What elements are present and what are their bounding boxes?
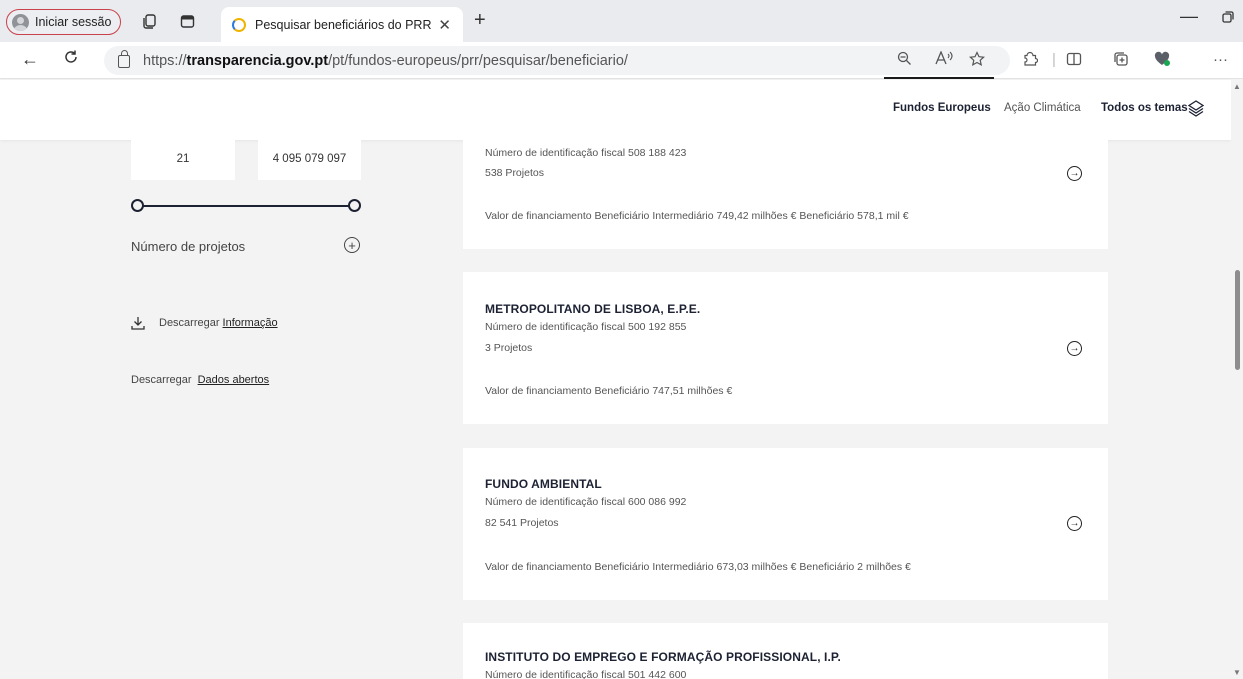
url-path: /pt/fundos-europeus/prr/pesquisar/benefi… [328, 52, 628, 69]
open-result-arrow-icon[interactable]: → [1067, 516, 1082, 531]
download-information-link[interactable]: Informação [223, 317, 278, 329]
url-prefix: https:// [143, 52, 187, 69]
download-open-data: Descarregar Dados abertos [131, 374, 269, 386]
minimize-icon[interactable]: — [1180, 6, 1198, 27]
avatar-icon [12, 13, 29, 31]
profile-button[interactable]: Iniciar sessão [6, 9, 122, 35]
favorite-star-icon[interactable] [969, 51, 985, 71]
result-funding: Valor de financiamento Beneficiário 747,… [485, 385, 733, 397]
url-host: transparencia.gov.pt [186, 52, 329, 69]
refresh-icon[interactable] [63, 49, 79, 70]
result-funding: Valor de financiamento Beneficiário Inte… [485, 561, 911, 573]
collections-icon[interactable] [1113, 51, 1129, 71]
layers-icon[interactable] [1187, 99, 1205, 122]
page-scrollbar[interactable]: ▲ ▼ [1231, 80, 1243, 679]
extensions-icon[interactable] [1022, 51, 1039, 71]
tab-actions-icon[interactable] [176, 10, 198, 32]
profile-label: Iniciar sessão [35, 15, 112, 29]
read-aloud-icon[interactable] [935, 50, 953, 70]
open-data-prefix: Descarregar [131, 374, 192, 386]
open-result-arrow-icon[interactable]: → [1067, 341, 1082, 356]
result-card[interactable]: FUNDO AMBIENTAL Número de identificação … [463, 448, 1108, 600]
address-bar-row: ← https://transparencia.gov.pt/pt/fundos… [0, 42, 1243, 79]
browser-essentials-icon[interactable] [1153, 51, 1171, 71]
tab-title: Pesquisar beneficiários do PRR [255, 17, 432, 32]
result-funding: Valor de financiamento Beneficiário Inte… [485, 210, 909, 222]
result-card[interactable]: METROPOLITANO DE LISBOA, E.P.E. Número d… [463, 272, 1108, 424]
result-name: INSTITUTO DO EMPREGO E FORMAÇÃO PROFISSI… [485, 650, 841, 664]
tab-prr-beneficiaries[interactable]: Pesquisar beneficiários do PRR ✕ [221, 7, 463, 42]
nav-acao-climatica[interactable]: Ação Climática [1004, 102, 1081, 114]
result-projects: 82 541 Projetos [485, 517, 559, 529]
workspaces-icon[interactable] [138, 10, 160, 32]
result-projects: 538 Projetos [485, 167, 544, 179]
toolbar-divider: | [1052, 51, 1056, 68]
range-slider-min-handle[interactable] [131, 199, 144, 212]
open-result-arrow-icon[interactable]: → [1067, 166, 1082, 181]
more-options-icon[interactable]: ··· [1213, 51, 1228, 68]
nav-fundos-europeus[interactable]: Fundos Europeus [893, 102, 991, 114]
zoom-icon[interactable] [897, 51, 912, 70]
range-max-input[interactable]: 4 095 079 097 [258, 138, 361, 180]
restore-icon[interactable] [1222, 11, 1234, 26]
tab-close-icon[interactable]: ✕ [438, 16, 451, 34]
nav-todos-os-temas[interactable]: Todos os temas [1101, 102, 1188, 114]
site-favicon-icon [232, 17, 246, 32]
download-information: Descarregar Informação [131, 316, 278, 330]
new-tab-icon[interactable]: + [474, 9, 486, 32]
result-name: FUNDO AMBIENTAL [485, 477, 602, 491]
download-open-data-link[interactable]: Dados abertos [198, 374, 270, 386]
result-card[interactable]: INSTITUTO DO EMPREGO E FORMAÇÃO PROFISSI… [463, 623, 1108, 679]
range-min-input[interactable]: 21 [131, 138, 235, 180]
result-card[interactable]: Número de identificação fiscal 508 188 4… [463, 140, 1108, 249]
range-slider-max-handle[interactable] [348, 199, 361, 212]
filter-number-of-projects-label[interactable]: Número de projetos [131, 239, 245, 254]
download-prefix: Descarregar [159, 317, 220, 329]
result-projects: 3 Projetos [485, 342, 533, 354]
result-name: METROPOLITANO DE LISBOA, E.P.E. [485, 302, 701, 316]
back-icon[interactable]: ← [21, 49, 39, 70]
result-nif: Número de identificação fiscal 500 192 8… [485, 321, 687, 333]
range-slider-track[interactable] [137, 205, 355, 207]
split-screen-icon[interactable] [1066, 51, 1082, 71]
result-nif: Número de identificação fiscal 508 188 4… [485, 147, 687, 159]
site-header: Fundos Europeus Ação Climática Todos os … [0, 80, 1231, 140]
active-indicator [884, 77, 994, 79]
scroll-up-icon[interactable]: ▲ [1233, 82, 1241, 91]
site-info-icon[interactable] [118, 50, 130, 68]
scrollbar-thumb[interactable] [1235, 270, 1240, 370]
result-nif: Número de identificação fiscal 501 442 6… [485, 669, 687, 679]
browser-tab-bar: Iniciar sessão Pesquisar beneficiários d… [0, 0, 1243, 42]
expand-filter-plus-icon[interactable]: + [344, 237, 360, 253]
scroll-down-icon[interactable]: ▼ [1233, 668, 1241, 677]
download-icon [131, 316, 145, 330]
url-input[interactable]: https://transparencia.gov.pt/pt/fundos-e… [104, 46, 1010, 75]
result-nif: Número de identificação fiscal 600 086 9… [485, 496, 687, 508]
